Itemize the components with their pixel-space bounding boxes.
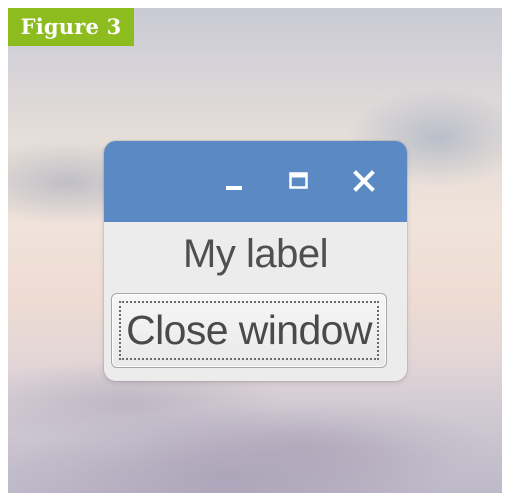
- window-label: My label: [183, 232, 328, 276]
- app-window: My label Close window: [104, 141, 407, 381]
- close-window-button[interactable]: Close window: [111, 293, 387, 368]
- maximize-icon: [289, 172, 308, 189]
- maximize-button[interactable]: [285, 167, 313, 195]
- minimize-button[interactable]: [221, 167, 249, 195]
- minimize-icon: [226, 186, 242, 190]
- close-icon: [353, 170, 375, 192]
- close-button[interactable]: [350, 167, 378, 195]
- desktop-background: Figure 3 My label Close window: [8, 8, 502, 493]
- close-window-button-label: Close window: [119, 301, 379, 360]
- figure-badge: Figure 3: [8, 8, 134, 46]
- window-titlebar[interactable]: [104, 141, 407, 222]
